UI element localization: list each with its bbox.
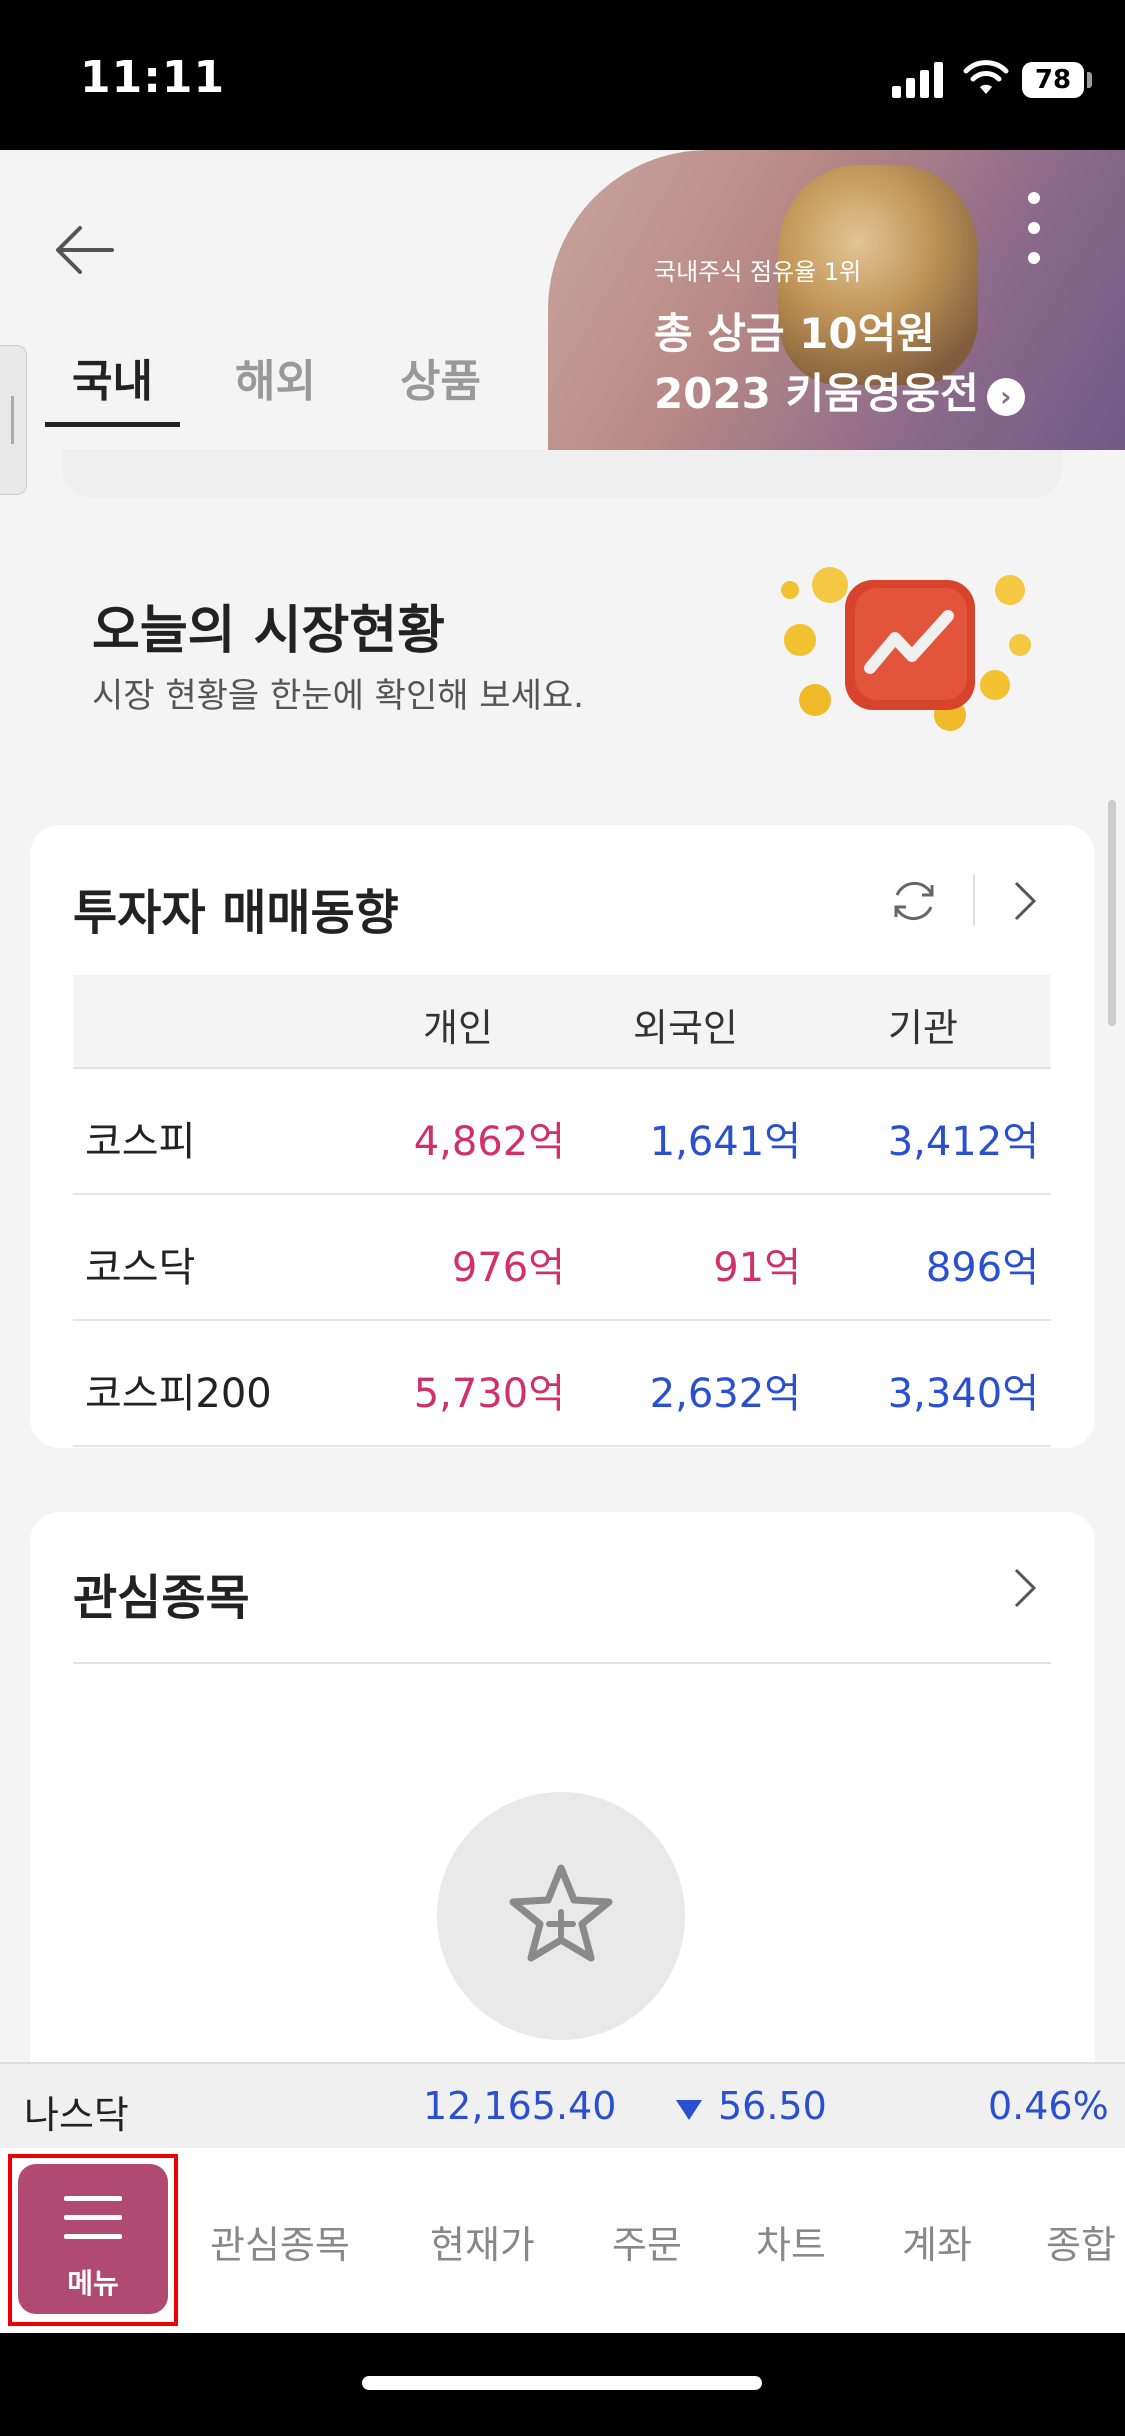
investor-trend-title: 투자자 매매동향 [73, 885, 399, 941]
cell-institution: 896억 [925, 1245, 1039, 1291]
nav-order[interactable]: 주문 [612, 2214, 682, 2269]
home-indicator[interactable] [362, 2376, 762, 2390]
back-arrow-icon[interactable] [50, 210, 130, 290]
banner-subheadline: 2023 키움영웅전 › [654, 360, 1025, 421]
hamburger-icon [64, 2196, 122, 2253]
nav-chart[interactable]: 차트 [756, 2214, 826, 2269]
market-status-title: 오늘의 시장현황 [92, 601, 445, 661]
watchlist-title: 관심종목 [73, 1570, 250, 1626]
watchlist-card: 관심종목 [30, 1512, 1095, 2112]
cell-individual: 5,730억 [413, 1371, 565, 1417]
banner-subheadline-text: 2023 키움영웅전 [654, 369, 979, 418]
chevron-right-circle-icon: › [986, 377, 1025, 416]
active-tab-underline [45, 422, 180, 427]
table-header: 개인 외국인 기관 [73, 975, 1051, 1069]
promo-banner[interactable]: 국내주식 점유율 1위 총 상금 10억원 2023 키움영웅전 › [548, 150, 1125, 450]
tab-domestic[interactable]: 국내 [72, 345, 153, 409]
cell-foreign: 2,632억 [649, 1371, 801, 1417]
ticker-percent: 0.46% [988, 2084, 1109, 2128]
nav-watchlist[interactable]: 관심종목 [210, 2214, 350, 2269]
table-row[interactable]: 코스닥 976억 91억 896억 [73, 1195, 1051, 1321]
home-indicator-area [0, 2333, 1125, 2436]
battery-tip [1087, 72, 1092, 88]
row-label: 코스닥 [85, 1245, 196, 1291]
table-row[interactable]: 코스피 4,862억 1,641억 3,412억 [73, 1069, 1051, 1195]
divider [73, 1662, 1051, 1664]
tab-products[interactable]: 상품 [400, 345, 481, 409]
column-foreign: 외국인 [633, 1006, 738, 1050]
bottom-navigation: 메뉴 관심종목 현재가 주문 차트 계좌 종합 [0, 2148, 1125, 2333]
more-options-icon[interactable] [1028, 192, 1040, 282]
nav-overview[interactable]: 종합 [1046, 2214, 1125, 2269]
chevron-right-icon[interactable] [1010, 879, 1040, 923]
cell-individual: 976억 [451, 1245, 565, 1291]
market-status-section: 오늘의 시장현황 시장 현황을 한눈에 확인해 보세요. [0, 450, 1125, 820]
market-status-subtitle: 시장 현황을 한눈에 확인해 보세요. [92, 676, 584, 716]
down-triangle-icon [676, 2100, 702, 2120]
cell-individual: 4,862억 [413, 1119, 565, 1165]
menu-label: 메뉴 [67, 2267, 119, 2300]
card-edge [62, 450, 1062, 498]
index-ticker[interactable]: 나스닥 12,165.40 56.50 0.46% [0, 2062, 1125, 2150]
cell-foreign: 91억 [713, 1245, 801, 1291]
refresh-icon[interactable] [888, 875, 940, 927]
stock-chart-coins-illustration [781, 567, 1031, 731]
row-label: 코스피 [85, 1119, 196, 1165]
star-plus-icon [509, 1864, 613, 1962]
investor-trend-card: 투자자 매매동향 개인 외국인 기관 코스피 4,862억 1,641억 3,4… [30, 825, 1095, 1448]
nav-current-price[interactable]: 현재가 [430, 2214, 535, 2269]
add-favorite-button[interactable] [437, 1792, 685, 2040]
cell-foreign: 1,641억 [649, 1119, 801, 1165]
status-time: 11:11 [80, 52, 226, 103]
header: 국내 해외 상품 국내주식 점유율 1위 총 상금 10억원 2023 키움영웅… [0, 150, 1125, 450]
banner-caption: 국내주식 점유율 1위 [654, 258, 862, 286]
column-individual: 개인 [423, 1006, 493, 1050]
table-row[interactable]: 코스피200 5,730억 2,632억 3,340억 [73, 1321, 1051, 1447]
scrollbar[interactable] [1108, 800, 1116, 1026]
status-bar: 11:11 78 [0, 0, 1125, 150]
row-label: 코스피200 [85, 1371, 272, 1417]
divider [973, 875, 975, 925]
cell-institution: 3,412억 [887, 1119, 1039, 1165]
column-institution: 기관 [888, 1006, 958, 1050]
menu-button[interactable]: 메뉴 [18, 2164, 168, 2314]
ticker-index-name: 나스닥 [24, 2093, 129, 2137]
tab-overseas[interactable]: 해외 [235, 345, 316, 409]
battery-indicator: 78 [1022, 62, 1084, 98]
cellular-signal-icon [892, 58, 944, 98]
ticker-change: 56.50 [718, 2084, 827, 2128]
chevron-right-icon[interactable] [1010, 1566, 1040, 1610]
ticker-price: 12,165.40 [423, 2084, 617, 2128]
wifi-icon [963, 60, 1009, 94]
cell-institution: 3,340억 [887, 1371, 1039, 1417]
nav-account[interactable]: 계좌 [902, 2214, 972, 2269]
banner-headline: 총 상금 10억원 [654, 309, 935, 358]
